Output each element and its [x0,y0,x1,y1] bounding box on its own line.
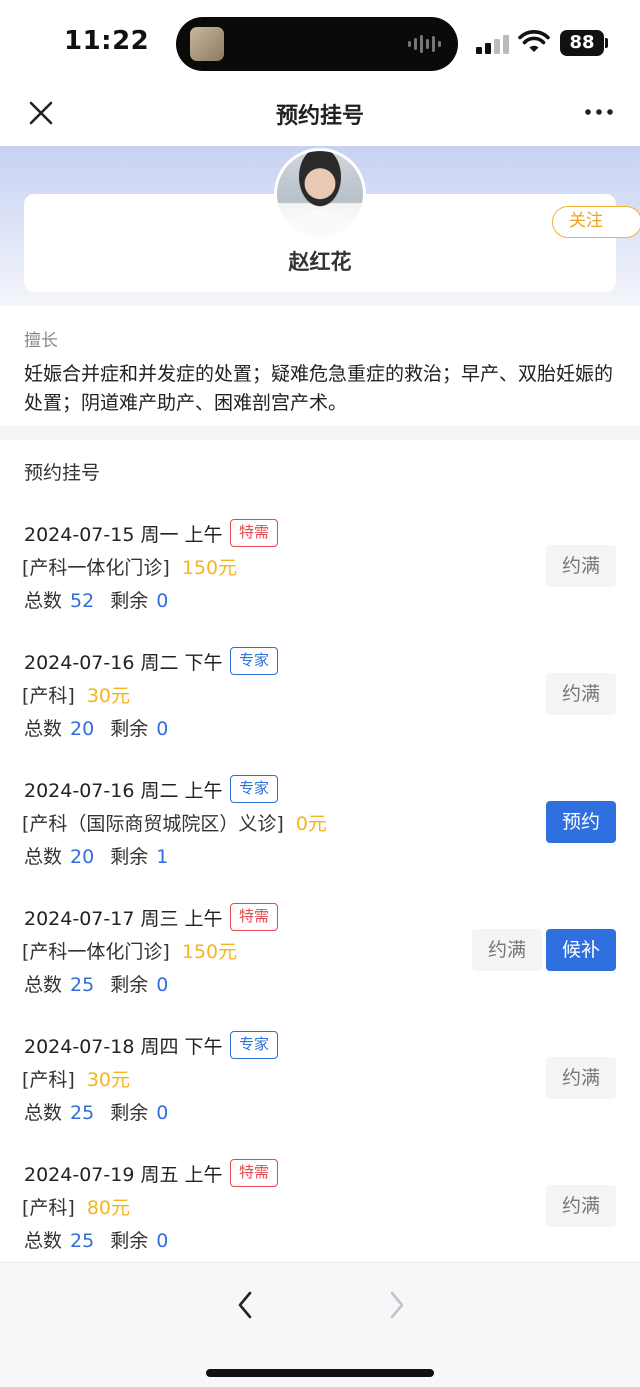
slot-price: 150元 [181,557,238,579]
slot-type-tag: 专家 [230,647,279,675]
remain-count: 0 [156,1230,169,1252]
remain-label: 剩余 [110,590,149,612]
slot-price: 30元 [86,1069,131,1091]
slot-price: 150元 [181,941,238,963]
total-count: 52 [70,590,95,612]
slot-department: [产科一体化门诊] 150元 [22,553,237,580]
specialty-label: 擅长 [24,331,58,351]
fully-booked-button[interactable]: 约满 [546,1057,616,1099]
department-name: [产科一体化门诊] [22,557,170,579]
slot-price: 80元 [86,1197,131,1219]
navigation-bar: 预约挂号 [0,86,640,146]
total-label: 总数 [24,718,63,740]
wifi-icon [518,30,550,52]
department-name: [产科（国际商贸城院区）义诊] [22,813,284,835]
remain-count: 0 [156,590,169,612]
slot-department: [产科] 80元 [22,1193,130,1220]
slot-type-tag: 特需 [230,519,279,547]
bottom-toolbar [0,1262,640,1387]
home-indicator [206,1369,434,1377]
remain-label: 剩余 [110,846,149,868]
department-name: [产科] [22,1069,75,1091]
dynamic-island [176,17,458,71]
remain-count: 0 [156,718,169,740]
specialty-section: 擅长 妊娠合并症和并发症的处置；疑难危急重症的救治；早产、双胎妊娠的处置；阴道难… [0,306,640,426]
total-count: 25 [70,974,95,996]
waitlist-button[interactable]: 候补 [546,929,616,971]
back-arrow-icon[interactable] [230,1285,260,1325]
total-count: 25 [70,1102,95,1124]
schedule-slot: 2024-07-15 周一 上午 特需 [产科一体化门诊] 150元总数 52 剩余 0 约满 [0,519,640,648]
slot-counts: 总数 20 剩余 1 [24,842,168,869]
status-time: 11:22 [64,26,150,56]
schedule-title: 预约挂号 [24,462,101,484]
status-bar: 11:22 88 [0,0,640,86]
fully-booked-button[interactable]: 约满 [546,1185,616,1227]
slot-date: 2024-07-17 周三 上午 [24,908,223,930]
slot-department: [产科（国际商贸城院区）义诊] 0元 [22,809,327,836]
total-label: 总数 [24,846,63,868]
remain-label: 剩余 [110,974,149,996]
slot-type-tag: 专家 [230,1031,279,1059]
schedule-slot: 2024-07-18 周四 下午 专家 [产科] 30元总数 25 剩余 0 约满 [0,1031,640,1160]
slot-date: 2024-07-16 周二 下午 [24,652,223,674]
total-label: 总数 [24,974,63,996]
section-divider [0,426,640,440]
audio-wave-icon [408,33,442,55]
slot-price: 0元 [295,813,327,835]
remain-label: 剩余 [110,1230,149,1252]
fully-booked-button[interactable]: 约满 [472,929,542,971]
doctor-avatar [274,148,366,240]
book-button[interactable]: 预约 [546,801,616,843]
battery-tip [605,38,608,48]
remain-label: 剩余 [110,1102,149,1124]
slot-date: 2024-07-19 周五 上午 [24,1164,223,1186]
remain-count: 1 [156,846,169,868]
slot-date: 2024-07-15 周一 上午 [24,524,223,546]
department-name: [产科] [22,685,75,707]
slot-counts: 总数 25 剩余 0 [24,1226,168,1253]
specialty-text: 妊娠合并症和并发症的处置；疑难危急重症的救治；早产、双胎妊娠的处置；阴道难产助产… [24,363,614,414]
slot-price: 30元 [86,685,131,707]
battery-indicator: 88 [560,30,604,56]
total-count: 20 [70,846,95,868]
follow-button[interactable]: 关注 [552,206,640,238]
page-title: 预约挂号 [275,104,364,129]
slot-date: 2024-07-16 周二 上午 [24,780,223,802]
schedule-slot: 2024-07-16 周二 上午 专家 [产科（国际商贸城院区）义诊] 0元总数 20 剩… [0,775,640,904]
slot-counts: 总数 20 剩余 0 [24,714,168,741]
slot-counts: 总数 52 剩余 0 [24,586,168,613]
total-count: 20 [70,718,95,740]
remain-label: 剩余 [110,718,149,740]
total-label: 总数 [24,1230,63,1252]
total-label: 总数 [24,590,63,612]
department-name: [产科一体化门诊] [22,941,170,963]
slot-counts: 总数 25 剩余 0 [24,970,168,997]
forward-arrow-icon[interactable] [382,1285,412,1325]
schedule-slot: 2024-07-17 周三 上午 特需 [产科一体化门诊] 150元总数 25 剩余 0 约满… [0,903,640,1032]
fully-booked-button[interactable]: 约满 [546,673,616,715]
slot-type-tag: 专家 [230,775,279,803]
more-options-icon[interactable] [584,102,614,122]
total-label: 总数 [24,1102,63,1124]
remain-count: 0 [156,974,169,996]
schedule-slot: 2024-07-16 周二 下午 专家 [产科] 30元总数 20 剩余 0 约满 [0,647,640,776]
slot-department: [产科一体化门诊] 150元 [22,937,237,964]
media-thumbnail-icon [190,27,224,61]
slot-type-tag: 特需 [230,1159,279,1187]
slot-department: [产科] 30元 [22,1065,130,1092]
fully-booked-button[interactable]: 约满 [546,545,616,587]
slot-counts: 总数 25 剩余 0 [24,1098,168,1125]
department-name: [产科] [22,1197,75,1219]
cellular-signal-icon [476,34,510,54]
remain-count: 0 [156,1102,169,1124]
slot-date: 2024-07-18 周四 下午 [24,1036,223,1058]
total-count: 25 [70,1230,95,1252]
doctor-name: 赵红花 [288,250,352,274]
slot-department: [产科] 30元 [22,681,130,708]
slot-type-tag: 特需 [230,903,279,931]
